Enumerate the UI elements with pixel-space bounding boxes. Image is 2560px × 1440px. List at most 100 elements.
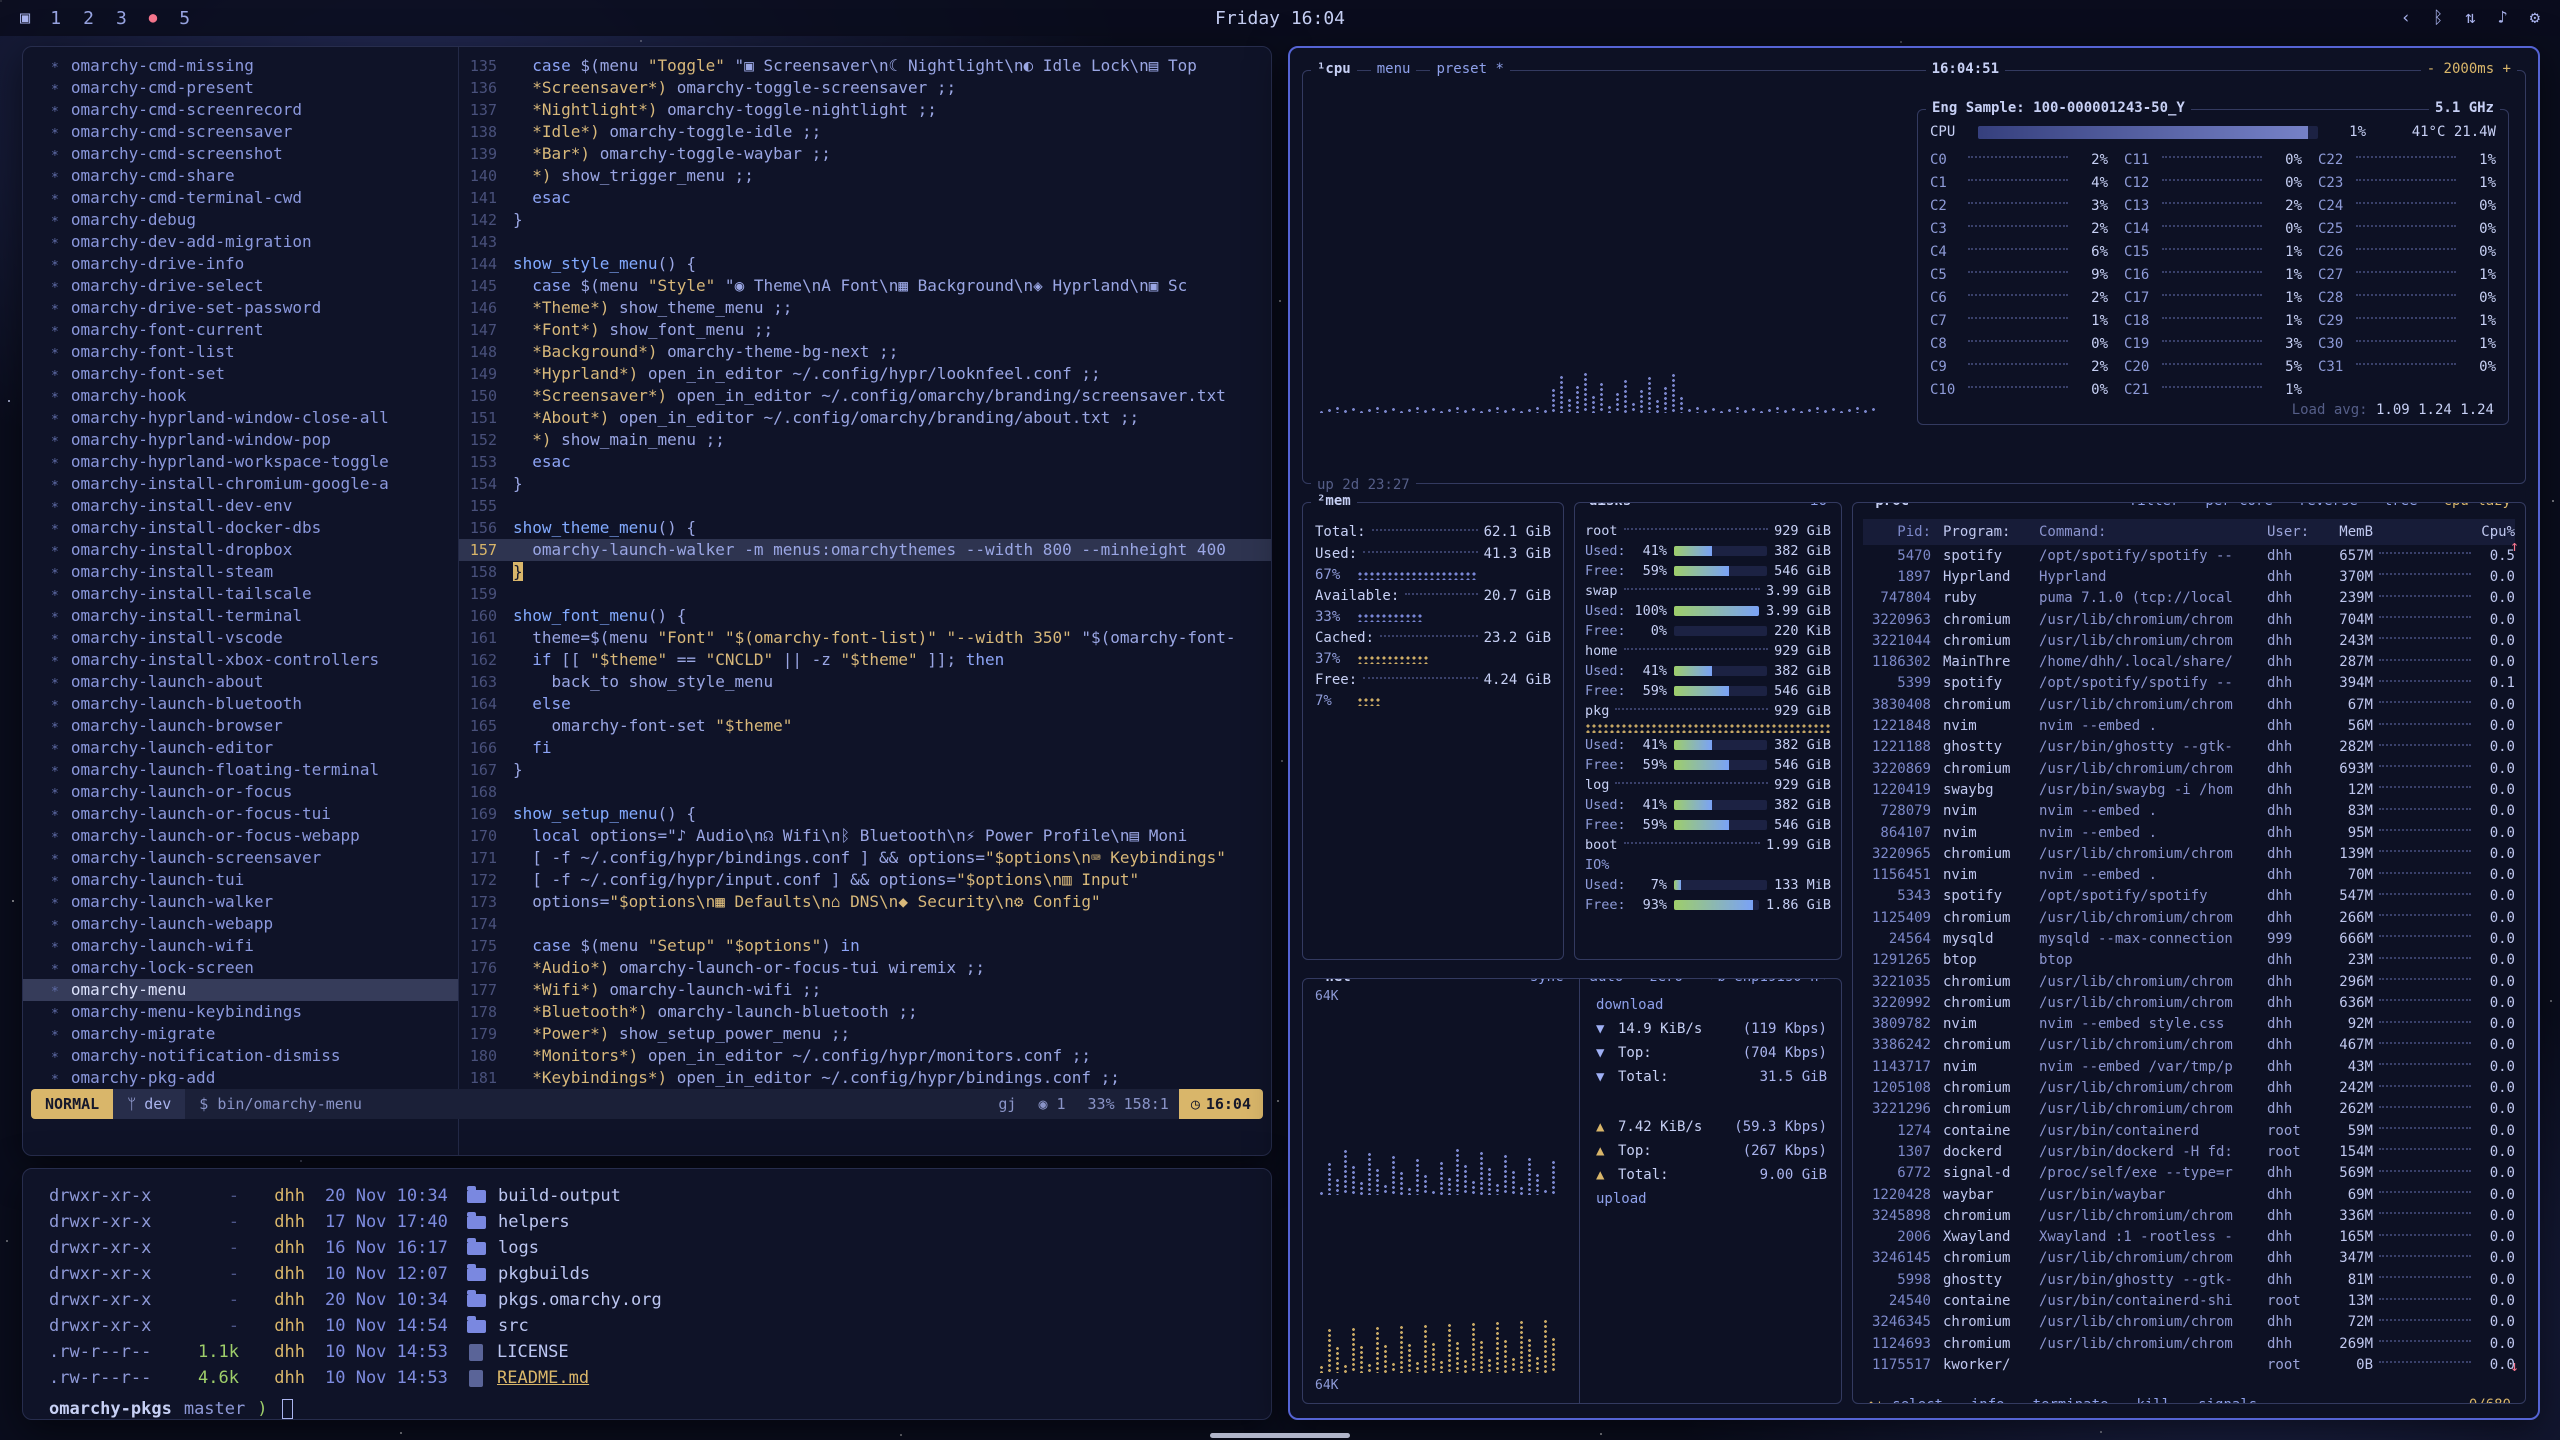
tree-item[interactable]: ∗omarchy-migrate (23, 1023, 458, 1045)
io-toggle[interactable]: io (1804, 502, 1833, 509)
proc-column-headers[interactable]: Pid: Program: Command: User: MemB Cpu% (1863, 519, 2515, 545)
process-row[interactable]: 747804rubypuma 7.1.0 (tcp://localdhh239M… (1863, 588, 2515, 609)
process-row[interactable]: 3246145chromium/usr/lib/chromium/chromdh… (1863, 1248, 2515, 1269)
tree-item[interactable]: ∗omarchy-cmd-terminal-cwd (23, 187, 458, 209)
tree-item[interactable]: ∗omarchy-hyprland-window-close-all (23, 407, 458, 429)
tree-item[interactable]: ∗omarchy-font-set (23, 363, 458, 385)
process-row[interactable]: 3809782nvimnvim --embed style.cssdhh92M0… (1863, 1014, 2515, 1035)
process-row[interactable]: 1291265btopbtopdhh23M0.0 (1863, 950, 2515, 971)
tree-item[interactable]: ∗omarchy-install-vscode (23, 627, 458, 649)
terminate-control[interactable]: terminate (2027, 1397, 2115, 1404)
process-row[interactable]: 3386242chromium/usr/lib/chromium/chromdh… (1863, 1035, 2515, 1056)
tree-item[interactable]: ∗omarchy-install-xbox-controllers (23, 649, 458, 671)
tree-item[interactable]: ∗omarchy-install-dropbox (23, 539, 458, 561)
workspace-item[interactable]: 1 (50, 8, 61, 29)
process-row[interactable]: 1220419swaybg/usr/bin/swaybg -i /homdhh1… (1863, 779, 2515, 800)
tree-item[interactable]: ∗omarchy-launch-or-focus-tui (23, 803, 458, 825)
cpu-box-title[interactable]: ¹cpu (1311, 61, 1357, 77)
net-box-title[interactable]: ³net (1311, 978, 1357, 985)
tree-item[interactable]: ∗omarchy-launch-floating-terminal (23, 759, 458, 781)
select-control[interactable]: ↑↓ select (1861, 1397, 1949, 1404)
workspace-item[interactable]: 5 (179, 8, 190, 29)
process-row[interactable]: 1156451nvimnvim --embed .dhh70M0.0 (1863, 864, 2515, 885)
tree-item[interactable]: ∗omarchy-font-list (23, 341, 458, 363)
tree-item[interactable]: ∗omarchy-hyprland-workspace-toggle (23, 451, 458, 473)
tree-item[interactable]: ∗omarchy-launch-bluetooth (23, 693, 458, 715)
screen-handle[interactable] (1210, 1433, 1350, 1438)
process-row[interactable]: 24564mysqldmysqld --max-connection999666… (1863, 928, 2515, 949)
tree-item[interactable]: ∗omarchy-cmd-missing (23, 55, 458, 77)
record-indicator[interactable]: ● (149, 10, 157, 26)
shell-prompt[interactable]: omarchy-pkgs master ) (49, 1395, 1245, 1420)
preset-button[interactable]: preset * (1430, 61, 1509, 77)
process-row[interactable]: 3246345chromium/usr/lib/chromium/chromdh… (1863, 1312, 2515, 1333)
menu-button[interactable]: menu (1371, 61, 1417, 77)
scroll-down-icon[interactable]: ↓ (2510, 1357, 2519, 1375)
tree-item[interactable]: ∗omarchy-dev-add-migration (23, 231, 458, 253)
process-row[interactable]: 24540containe/usr/bin/containerd-shiroot… (1863, 1290, 2515, 1311)
tree-item[interactable]: ∗omarchy-hook (23, 385, 458, 407)
workspace-item[interactable]: 2 (83, 8, 94, 29)
process-row[interactable]: 1307dockerd/usr/bin/dockerd -H fd:root15… (1863, 1141, 2515, 1162)
tree-item[interactable]: ∗omarchy-cmd-screensaver (23, 121, 458, 143)
process-row[interactable]: 3221035chromium/usr/lib/chromium/chromdh… (1863, 971, 2515, 992)
update-interval[interactable]: - 2000ms + (2421, 61, 2517, 77)
process-row[interactable]: 1274containe/usr/bin/containerdroot59M0.… (1863, 1120, 2515, 1141)
process-row[interactable]: 2006XwaylandXwayland :1 -rootless -dhh16… (1863, 1227, 2515, 1248)
network-icon[interactable]: ⇅ (2465, 8, 2475, 28)
process-row[interactable]: 6772signal-d/proc/self/exe --type=rdhh56… (1863, 1163, 2515, 1184)
net-sync-button[interactable]: sync (1524, 978, 1570, 985)
tree-item[interactable]: ∗omarchy-launch-or-focus-webapp (23, 825, 458, 847)
tree-item[interactable]: ∗omarchy-hyprland-window-pop (23, 429, 458, 451)
tree-item[interactable]: ∗omarchy-cmd-share (23, 165, 458, 187)
tree-item[interactable]: ∗omarchy-lock-screen (23, 957, 458, 979)
process-row[interactable]: 3220963chromium/usr/lib/chromium/chromdh… (1863, 609, 2515, 630)
process-row[interactable]: 1125409chromium/usr/lib/chromium/chromdh… (1863, 907, 2515, 928)
tree-item[interactable]: ∗omarchy-install-chromium-google-a (23, 473, 458, 495)
workspace-item[interactable]: 3 (116, 8, 127, 29)
process-row[interactable]: 3830408chromium/usr/lib/chromium/chromdh… (1863, 694, 2515, 715)
process-row[interactable]: 3220992chromium/usr/lib/chromium/chromdh… (1863, 992, 2515, 1013)
process-row[interactable]: 1124693chromium/usr/lib/chromium/chromdh… (1863, 1333, 2515, 1354)
tree-item[interactable]: ∗omarchy-cmd-screenrecord (23, 99, 458, 121)
bluetooth-icon[interactable]: ᛒ (2433, 8, 2443, 28)
tree-item[interactable]: ∗omarchy-cmd-present (23, 77, 458, 99)
filter-button[interactable]: filter (2123, 502, 2186, 509)
process-row[interactable]: 3220869chromium/usr/lib/chromium/chromdh… (1863, 758, 2515, 779)
process-row[interactable]: 5343spotify/opt/spotify/spotifydhh547M0.… (1863, 886, 2515, 907)
tree-item[interactable]: ∗omarchy-notification-dismiss (23, 1045, 458, 1067)
tree-item[interactable]: ∗omarchy-cmd-screenshot (23, 143, 458, 165)
process-row[interactable]: 1175517kworker/root0B0.0 (1863, 1354, 2515, 1375)
chevron-left-icon[interactable]: ‹ (2401, 8, 2411, 28)
tree-item[interactable]: ∗omarchy-launch-screensaver (23, 847, 458, 869)
launcher-icon[interactable]: ▣ (20, 8, 30, 28)
disks-box-title[interactable]: disks (1583, 502, 1637, 509)
per-core-button[interactable]: per-core (2199, 502, 2278, 509)
process-row[interactable]: 1205108chromium/usr/lib/chromium/chromdh… (1863, 1077, 2515, 1098)
tree-item[interactable]: ∗omarchy-font-current (23, 319, 458, 341)
tree-item[interactable]: ∗omarchy-debug (23, 209, 458, 231)
tree-item[interactable]: ∗omarchy-launch-browser (23, 715, 458, 737)
clock[interactable]: Friday 16:04 (1215, 8, 1345, 29)
process-row[interactable]: 3221044chromium/usr/lib/chromium/chromdh… (1863, 630, 2515, 651)
kill-control[interactable]: kill (2130, 1397, 2176, 1404)
process-row[interactable]: 3220965chromium/usr/lib/chromium/chromdh… (1863, 843, 2515, 864)
scroll-up-icon[interactable]: ↑ (2510, 537, 2519, 555)
tree-item[interactable]: ∗omarchy-launch-or-focus (23, 781, 458, 803)
tree-item[interactable]: ∗omarchy-launch-tui (23, 869, 458, 891)
process-row[interactable]: 3245898chromium/usr/lib/chromium/chromdh… (1863, 1205, 2515, 1226)
process-row[interactable]: 1143717nvimnvim --embed /var/tmp/pdhh43M… (1863, 1056, 2515, 1077)
tree-item[interactable]: ∗omarchy-drive-select (23, 275, 458, 297)
tree-item[interactable]: ∗omarchy-install-dev-env (23, 495, 458, 517)
process-row[interactable]: 3221296chromium/usr/lib/chromium/chromdh… (1863, 1099, 2515, 1120)
process-row[interactable]: 1220428waybar/usr/bin/waybardhh69M0.0 (1863, 1184, 2515, 1205)
tree-button[interactable]: tree (2378, 502, 2424, 509)
mem-box-title[interactable]: ²mem (1311, 493, 1357, 509)
tree-item[interactable]: ∗omarchy-install-tailscale (23, 583, 458, 605)
process-row[interactable]: 1221848nvimnvim --embed .dhh56M0.0 (1863, 715, 2515, 736)
process-row[interactable]: 5470spotify/opt/spotify/spotify --dhh657… (1863, 545, 2515, 566)
tree-item[interactable]: ∗omarchy-launch-about (23, 671, 458, 693)
process-row[interactable]: 5399spotify/opt/spotify/spotify --dhh394… (1863, 673, 2515, 694)
tree-item[interactable]: ∗omarchy-launch-wifi (23, 935, 458, 957)
process-row[interactable]: 5998ghostty/usr/bin/ghostty --gtk-dhh81M… (1863, 1269, 2515, 1290)
